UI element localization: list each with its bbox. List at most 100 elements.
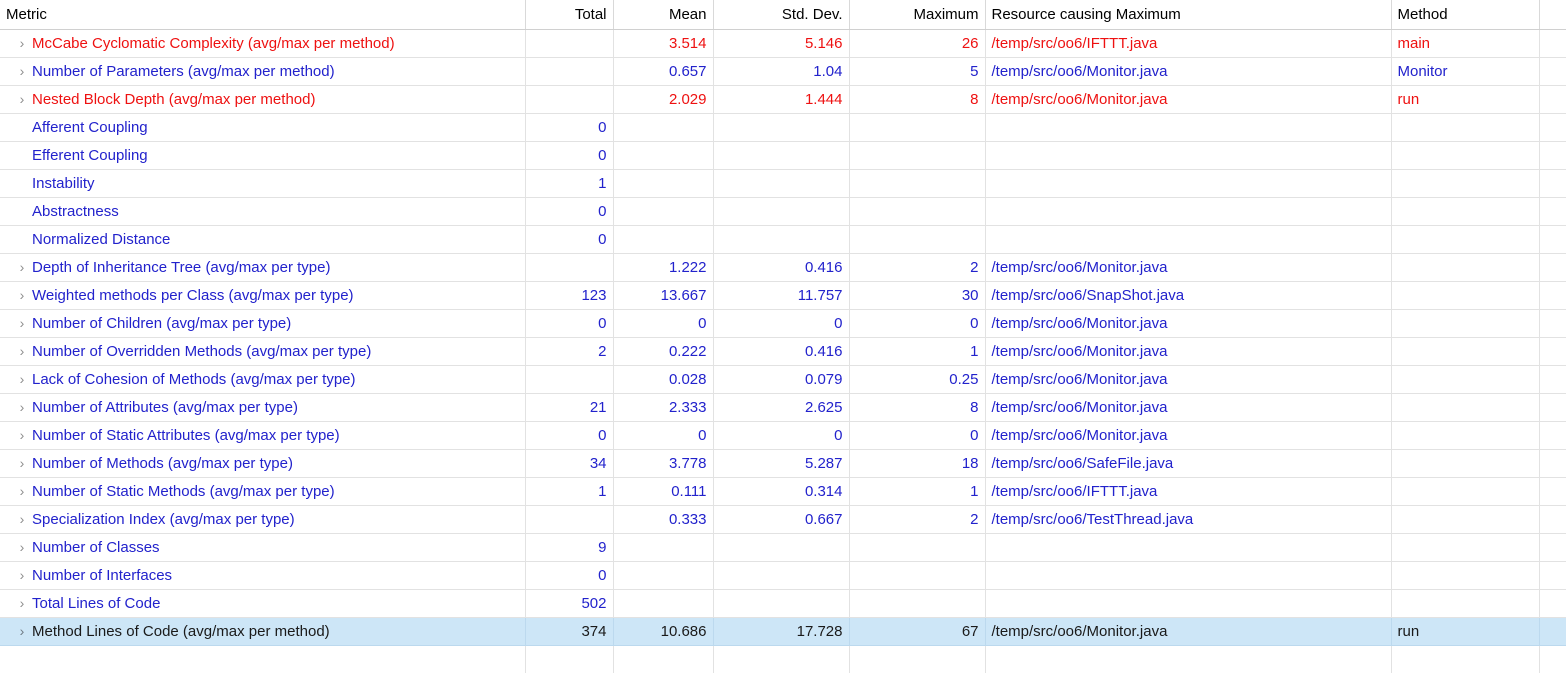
expand-chevron-icon[interactable]: ›	[14, 86, 30, 113]
cell-metric[interactable]: ›Number of Parameters (avg/max per metho…	[0, 58, 525, 86]
cell-spacer	[1539, 226, 1566, 254]
expand-chevron-icon[interactable]: ›	[14, 422, 30, 449]
table-row[interactable]: Instability1	[0, 170, 1566, 198]
cell-resource: /temp/src/oo6/IFTTT.java	[985, 30, 1391, 58]
cell-metric[interactable]: Normalized Distance	[0, 226, 525, 254]
cell-stddev	[713, 170, 849, 198]
cell-metric[interactable]: ›Specialization Index (avg/max per type)	[0, 506, 525, 534]
cell-metric[interactable]: Instability	[0, 170, 525, 198]
table-row-partial[interactable]	[0, 646, 1566, 673]
table-row[interactable]: ›Number of Classes9	[0, 534, 1566, 562]
cell-partial	[713, 646, 849, 673]
table-row[interactable]: Abstractness0	[0, 198, 1566, 226]
expand-chevron-icon[interactable]: ›	[14, 618, 30, 645]
table-row[interactable]: ›Number of Parameters (avg/max per metho…	[0, 58, 1566, 86]
table-row[interactable]: ›McCabe Cyclomatic Complexity (avg/max p…	[0, 30, 1566, 58]
expand-chevron-icon[interactable]: ›	[14, 58, 30, 85]
cell-metric[interactable]: ›Weighted methods per Class (avg/max per…	[0, 282, 525, 310]
cell-spacer	[1539, 478, 1566, 506]
cell-metric[interactable]: ›Number of Attributes (avg/max per type)	[0, 394, 525, 422]
cell-metric[interactable]: ›Number of Static Methods (avg/max per t…	[0, 478, 525, 506]
table-row[interactable]: ›Lack of Cohesion of Methods (avg/max pe…	[0, 366, 1566, 394]
table-row[interactable]: ›Number of Static Attributes (avg/max pe…	[0, 422, 1566, 450]
cell-stddev: 0.416	[713, 254, 849, 282]
table-row[interactable]: ›Number of Methods (avg/max per type)343…	[0, 450, 1566, 478]
cell-spacer	[1539, 282, 1566, 310]
cell-resource	[985, 534, 1391, 562]
cell-metric[interactable]: ›Depth of Inheritance Tree (avg/max per …	[0, 254, 525, 282]
metric-label: Number of Children (avg/max per type)	[30, 310, 291, 337]
column-header-mean[interactable]: Mean	[613, 0, 713, 30]
cell-metric[interactable]: ›Number of Children (avg/max per type)	[0, 310, 525, 338]
expand-chevron-icon[interactable]: ›	[14, 366, 30, 393]
cell-stddev: 0.416	[713, 338, 849, 366]
table-row[interactable]: ›Number of Static Methods (avg/max per t…	[0, 478, 1566, 506]
table-row[interactable]: ›Number of Attributes (avg/max per type)…	[0, 394, 1566, 422]
cell-metric[interactable]: ›Number of Classes	[0, 534, 525, 562]
column-header-maximum[interactable]: Maximum	[849, 0, 985, 30]
metric-label: Nested Block Depth (avg/max per method)	[30, 86, 315, 113]
metric-label: Method Lines of Code (avg/max per method…	[30, 618, 330, 645]
table-row[interactable]: ›Depth of Inheritance Tree (avg/max per …	[0, 254, 1566, 282]
table-row[interactable]: Efferent Coupling0	[0, 142, 1566, 170]
expand-chevron-icon[interactable]: ›	[14, 338, 30, 365]
table-row[interactable]: ›Total Lines of Code502	[0, 590, 1566, 618]
cell-metric[interactable]: ›Number of Static Attributes (avg/max pe…	[0, 422, 525, 450]
metric-label: Normalized Distance	[30, 226, 170, 253]
cell-spacer	[1539, 86, 1566, 114]
cell-metric[interactable]: ›Nested Block Depth (avg/max per method)	[0, 86, 525, 114]
table-row[interactable]: Afferent Coupling0	[0, 114, 1566, 142]
cell-stddev: 0.079	[713, 366, 849, 394]
expand-chevron-icon[interactable]: ›	[14, 30, 30, 57]
cell-metric[interactable]: ›Number of Overridden Methods (avg/max p…	[0, 338, 525, 366]
cell-metric[interactable]: ›Number of Methods (avg/max per type)	[0, 450, 525, 478]
column-header-metric[interactable]: Metric	[0, 0, 525, 30]
cell-maximum	[849, 142, 985, 170]
table-row[interactable]: ›Weighted methods per Class (avg/max per…	[0, 282, 1566, 310]
cell-resource: /temp/src/oo6/Monitor.java	[985, 86, 1391, 114]
cell-metric[interactable]: ›Number of Interfaces	[0, 562, 525, 590]
table-row[interactable]: ›Method Lines of Code (avg/max per metho…	[0, 618, 1566, 646]
cell-metric[interactable]: ›McCabe Cyclomatic Complexity (avg/max p…	[0, 30, 525, 58]
column-header-stddev[interactable]: Std. Dev.	[713, 0, 849, 30]
cell-mean: 3.778	[613, 450, 713, 478]
cell-stddev: 2.625	[713, 394, 849, 422]
cell-metric[interactable]: Abstractness	[0, 198, 525, 226]
table-row[interactable]: ›Number of Overridden Methods (avg/max p…	[0, 338, 1566, 366]
table-row[interactable]: ›Number of Interfaces0	[0, 562, 1566, 590]
expand-chevron-icon[interactable]: ›	[14, 534, 30, 561]
expand-chevron-icon[interactable]: ›	[14, 590, 30, 617]
expand-chevron-icon[interactable]: ›	[14, 478, 30, 505]
expand-chevron-icon[interactable]: ›	[14, 310, 30, 337]
cell-metric[interactable]: ›Lack of Cohesion of Methods (avg/max pe…	[0, 366, 525, 394]
cell-stddev: 0.314	[713, 478, 849, 506]
table-row[interactable]: ›Nested Block Depth (avg/max per method)…	[0, 86, 1566, 114]
cell-mean: 0	[613, 422, 713, 450]
column-header-method[interactable]: Method	[1391, 0, 1539, 30]
table-body: ›McCabe Cyclomatic Complexity (avg/max p…	[0, 30, 1566, 673]
column-header-resource[interactable]: Resource causing Maximum	[985, 0, 1391, 30]
cell-mean	[613, 142, 713, 170]
table-row[interactable]: ›Specialization Index (avg/max per type)…	[0, 506, 1566, 534]
expand-chevron-icon[interactable]: ›	[14, 562, 30, 589]
cell-metric[interactable]: Afferent Coupling	[0, 114, 525, 142]
cell-metric[interactable]: ›Method Lines of Code (avg/max per metho…	[0, 618, 525, 646]
cell-metric[interactable]: ›Total Lines of Code	[0, 590, 525, 618]
cell-maximum	[849, 170, 985, 198]
expand-chevron-icon[interactable]: ›	[14, 254, 30, 281]
expand-chevron-icon[interactable]: ›	[14, 394, 30, 421]
header-row: Metric Total Mean Std. Dev. Maximum Reso…	[0, 0, 1566, 30]
cell-spacer	[1539, 338, 1566, 366]
cell-stddev	[713, 534, 849, 562]
expand-chevron-icon[interactable]: ›	[14, 450, 30, 477]
cell-resource: /temp/src/oo6/Monitor.java	[985, 394, 1391, 422]
cell-method	[1391, 282, 1539, 310]
cell-spacer	[1539, 58, 1566, 86]
expand-chevron-icon[interactable]: ›	[14, 506, 30, 533]
column-header-total[interactable]: Total	[525, 0, 613, 30]
cell-spacer	[1539, 114, 1566, 142]
table-row[interactable]: ›Number of Children (avg/max per type)00…	[0, 310, 1566, 338]
expand-chevron-icon[interactable]: ›	[14, 282, 30, 309]
cell-metric[interactable]: Efferent Coupling	[0, 142, 525, 170]
table-row[interactable]: Normalized Distance0	[0, 226, 1566, 254]
